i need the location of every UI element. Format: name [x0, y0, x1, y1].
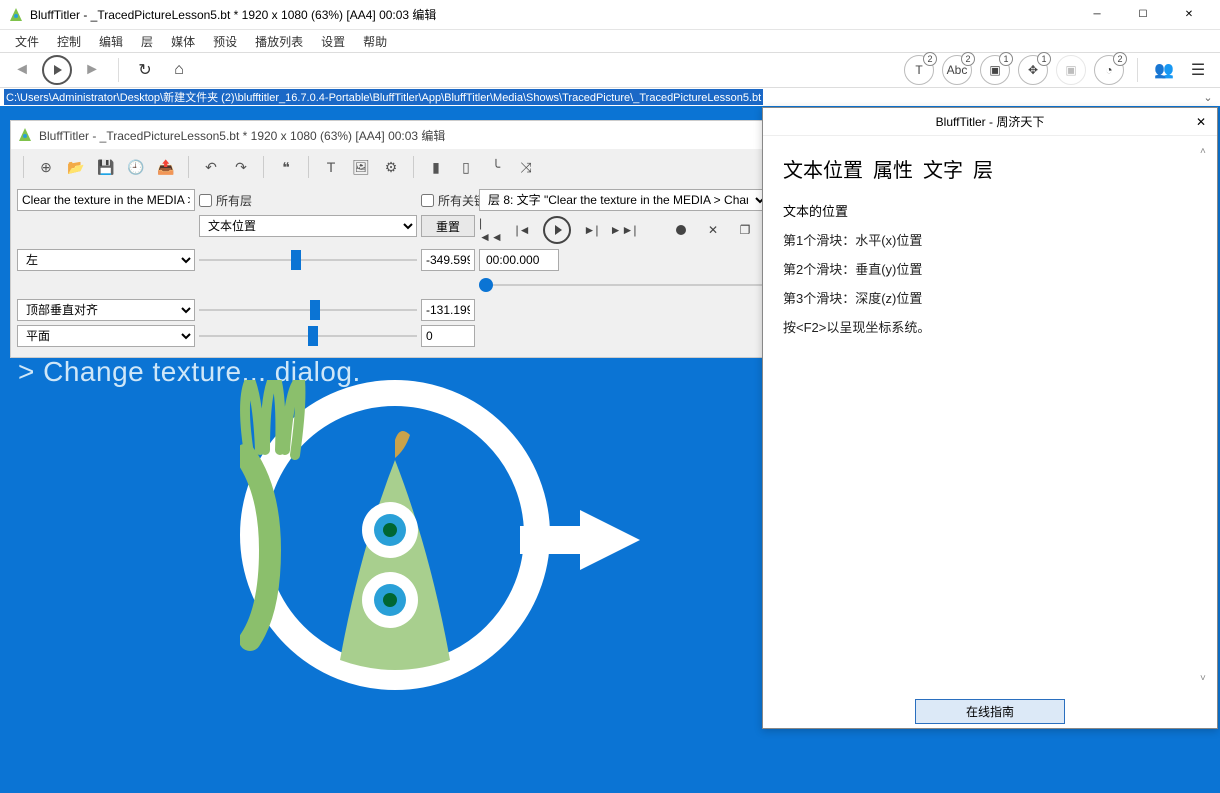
slider-x[interactable] [199, 249, 417, 271]
nav-toolbar: ◄ ► ↻ ⌂ T2 Abc2 ▣1 ✥1 ▣ ◔2 👥 ☰ [0, 52, 1220, 88]
tool-history-icon[interactable]: 🕘 [122, 153, 150, 181]
timeline-slider[interactable] [479, 275, 769, 295]
separator [118, 58, 119, 82]
help-panel: BluffTitler - 周济天下 ✕ 文本位置 属性 文字 层 文本的位置 … [762, 107, 1218, 729]
nav-back-button[interactable]: ◄ [8, 56, 36, 84]
menu-bar: 文件 控制 编辑 层 媒体 预设 播放列表 设置 帮助 [0, 30, 1220, 52]
property-select[interactable]: 文本位置 [199, 215, 417, 237]
nav-forward-button[interactable]: ► [78, 56, 106, 84]
help-line: 按<F2>以呈现坐标系统。 [783, 317, 1197, 336]
menu-help[interactable]: 帮助 [356, 31, 394, 52]
path-dropdown[interactable]: ⌄ [1200, 91, 1216, 104]
editor-title: BluffTitler - _TracedPictureLesson5.bt *… [39, 127, 445, 144]
window-title: BluffTitler - _TracedPictureLesson5.bt *… [30, 6, 1074, 23]
tool-blob-icon[interactable]: ❝ [272, 153, 300, 181]
prev-frame-button[interactable]: |◄ [511, 218, 535, 242]
slider-z[interactable] [199, 325, 417, 347]
value-y-input[interactable] [421, 299, 475, 321]
help-subtitle: 文本的位置 [783, 201, 1197, 220]
nav-refresh-button[interactable]: ↻ [131, 56, 159, 84]
slider-y[interactable] [199, 299, 417, 321]
badge-text-icon[interactable]: T2 [904, 55, 934, 85]
menu-media[interactable]: 媒体 [164, 31, 202, 52]
help-line: 第2个滑块：垂直(y)位置 [783, 259, 1197, 278]
tool-gear-icon[interactable]: ⚙ [377, 153, 405, 181]
help-tab-position[interactable]: 文本位置 [783, 154, 863, 183]
app-icon [17, 127, 33, 143]
skip-end-button[interactable]: ►►| [611, 218, 635, 242]
help-title-text: BluffTitler - 周济天下 [936, 113, 1045, 130]
app-icon [8, 7, 24, 23]
tool-save-icon[interactable]: 💾 [92, 153, 120, 181]
preview-illustration [240, 380, 550, 690]
menu-layer[interactable]: 层 [134, 31, 160, 52]
menu-control[interactable]: 控制 [50, 31, 88, 52]
reset-button[interactable]: 重置 [421, 215, 475, 237]
maximize-button[interactable]: ☐ [1120, 0, 1166, 30]
tool-open-icon[interactable]: 📂 [62, 153, 90, 181]
badge-image-icon[interactable]: ▣1 [980, 55, 1010, 85]
preview-arrow-icon [580, 510, 640, 570]
menu-edit[interactable]: 编辑 [92, 31, 130, 52]
value-z-input[interactable] [421, 325, 475, 347]
tool-align-l-icon[interactable]: ▮ [422, 153, 450, 181]
next-frame-button[interactable]: ►| [579, 218, 603, 242]
badge-transform-icon[interactable]: ✥1 [1018, 55, 1048, 85]
close-button[interactable]: ✕ [1166, 0, 1212, 30]
help-titlebar: BluffTitler - 周济天下 ✕ [763, 108, 1217, 136]
copy-key-button[interactable]: ❐ [733, 218, 757, 242]
nav-users-icon[interactable]: 👥 [1150, 56, 1178, 84]
play-button[interactable] [543, 216, 571, 244]
scroll-down-icon[interactable]: ˅ [1200, 673, 1214, 684]
help-tab-layer[interactable]: 层 [973, 154, 993, 183]
skip-start-button[interactable]: |◄◄ [479, 218, 503, 242]
scroll-up-icon[interactable]: ˄ [1200, 146, 1214, 157]
minimize-button[interactable]: ─ [1074, 0, 1120, 30]
layer-text-input[interactable] [17, 189, 195, 211]
path-text[interactable]: C:\Users\Administrator\Desktop\新建文件夹 (2)… [4, 89, 763, 105]
help-tab-attrs[interactable]: 属性 [873, 154, 913, 183]
path-bar: C:\Users\Administrator\Desktop\新建文件夹 (2)… [0, 88, 1220, 106]
menu-file[interactable]: 文件 [8, 31, 46, 52]
record-button[interactable] [669, 218, 693, 242]
help-body: 文本位置 属性 文字 层 文本的位置 第1个滑块：水平(x)位置 第2个滑块：垂… [763, 136, 1217, 694]
badge-time-icon[interactable]: ◔2 [1094, 55, 1124, 85]
value-x-input[interactable] [421, 249, 475, 271]
online-guide-button[interactable]: 在线指南 [915, 699, 1065, 724]
menu-settings[interactable]: 设置 [314, 31, 352, 52]
help-line: 第3个滑块：深度(z)位置 [783, 288, 1197, 307]
tool-export-icon[interactable]: 📤 [152, 153, 180, 181]
help-tab-text[interactable]: 文字 [923, 154, 963, 183]
tool-undo-icon[interactable]: ↶ [197, 153, 225, 181]
tool-align-c-icon[interactable]: ▯ [452, 153, 480, 181]
help-close-button[interactable]: ✕ [1191, 112, 1211, 132]
menu-preset[interactable]: 预设 [206, 31, 244, 52]
tool-add-icon[interactable]: ⊕ [32, 153, 60, 181]
delete-key-button[interactable]: ✕ [701, 218, 725, 242]
layer-select[interactable]: 层 8: 文字 "Clear the texture in the MEDIA … [479, 189, 769, 211]
separator [1137, 58, 1138, 82]
all-keyframes-checkbox[interactable]: 所有关键帧 [421, 189, 475, 211]
plane-select[interactable]: 平面 [17, 325, 195, 347]
nav-home-button[interactable]: ⌂ [165, 56, 193, 84]
main-titlebar: BluffTitler - _TracedPictureLesson5.bt *… [0, 0, 1220, 30]
all-layers-checkbox[interactable]: 所有层 [199, 189, 417, 211]
badge-abc-icon[interactable]: Abc2 [942, 55, 972, 85]
help-tabs: 文本位置 属性 文字 层 [783, 154, 1197, 183]
tool-shuffle-icon[interactable]: ⤨ [512, 153, 540, 181]
help-scrollbar[interactable]: ˄˅ [1200, 146, 1214, 684]
tool-text-icon[interactable]: T [317, 153, 345, 181]
nav-play-button[interactable] [42, 55, 72, 85]
align-v-select[interactable]: 顶部垂直对齐 [17, 299, 195, 321]
tool-branch-icon[interactable]: ╰ [482, 153, 510, 181]
align-h-select[interactable]: 左 [17, 249, 195, 271]
time-input[interactable] [479, 249, 559, 271]
badge-disabled-icon: ▣ [1056, 55, 1086, 85]
menu-playlist[interactable]: 播放列表 [248, 31, 310, 52]
nav-menu-icon[interactable]: ☰ [1184, 56, 1212, 84]
tool-image-icon[interactable]: 🖼 [347, 153, 375, 181]
help-line: 第1个滑块：水平(x)位置 [783, 230, 1197, 249]
tool-redo-icon[interactable]: ↷ [227, 153, 255, 181]
